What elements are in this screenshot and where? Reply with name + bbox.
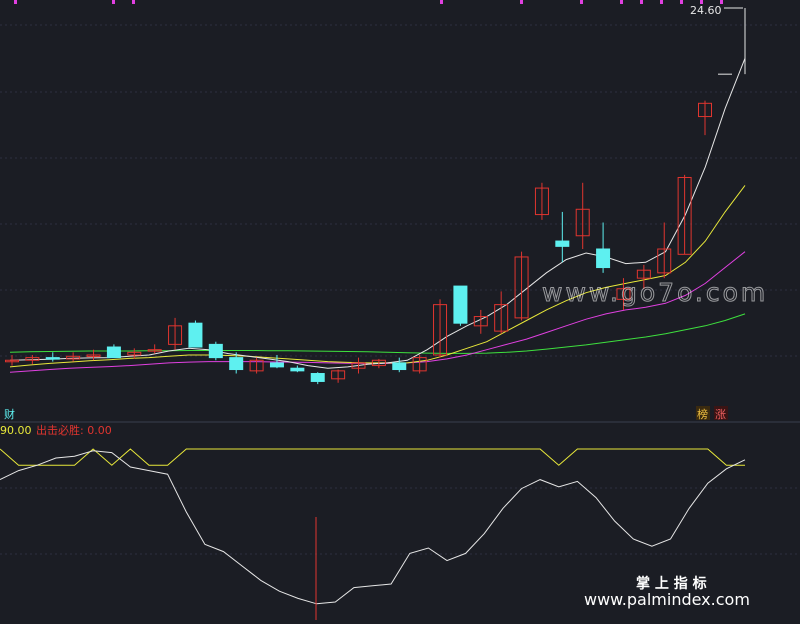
- svg-text:涨: 涨: [715, 408, 726, 421]
- indicator-label: 出击必胜: 0.00: [36, 423, 112, 437]
- top-edge-tick: [680, 0, 683, 4]
- top-edge-tick: [580, 0, 583, 4]
- top-edge-tick: [660, 0, 663, 4]
- top-edge-tick: [440, 0, 443, 4]
- watermark-site-bottom: www.palmindex.com: [584, 590, 750, 609]
- watermark-site-mid: www.go7o.com: [542, 278, 768, 307]
- top-edge-tick: [620, 0, 623, 4]
- top-edge-tick: [132, 0, 135, 4]
- right-tag-zhang: 涨: [714, 406, 728, 421]
- right-tag-bang: 榜: [696, 406, 710, 421]
- candle-body: [45, 357, 60, 360]
- candle-down: [188, 320, 203, 348]
- candle-body: [555, 240, 570, 247]
- top-edge-tick: [112, 0, 115, 4]
- top-edge-tick: [640, 0, 643, 4]
- price-high-label: 24.60: [690, 4, 722, 17]
- left-tag: 财: [4, 407, 15, 421]
- chart-background: [0, 0, 800, 624]
- candle-body: [208, 343, 223, 359]
- oscillator-value: 90.00: [0, 424, 32, 437]
- candle-body: [269, 362, 284, 368]
- chart-canvas: 24.60 www.go7o.com 财 榜 涨 90.00 出击必胜: 0.0…: [0, 0, 800, 624]
- candle-body: [106, 346, 121, 359]
- candle-down: [453, 285, 468, 326]
- candle-down: [208, 341, 223, 361]
- svg-text:榜: 榜: [697, 407, 708, 421]
- candle-body: [392, 362, 407, 371]
- candle-body: [310, 373, 325, 382]
- top-edge-tick: [520, 0, 523, 4]
- candle-body: [188, 322, 203, 348]
- candle-body: [453, 285, 468, 324]
- candle-body: [596, 248, 611, 269]
- candle-body: [229, 357, 244, 371]
- candle-body: [290, 367, 305, 372]
- top-edge-tick: [14, 0, 17, 4]
